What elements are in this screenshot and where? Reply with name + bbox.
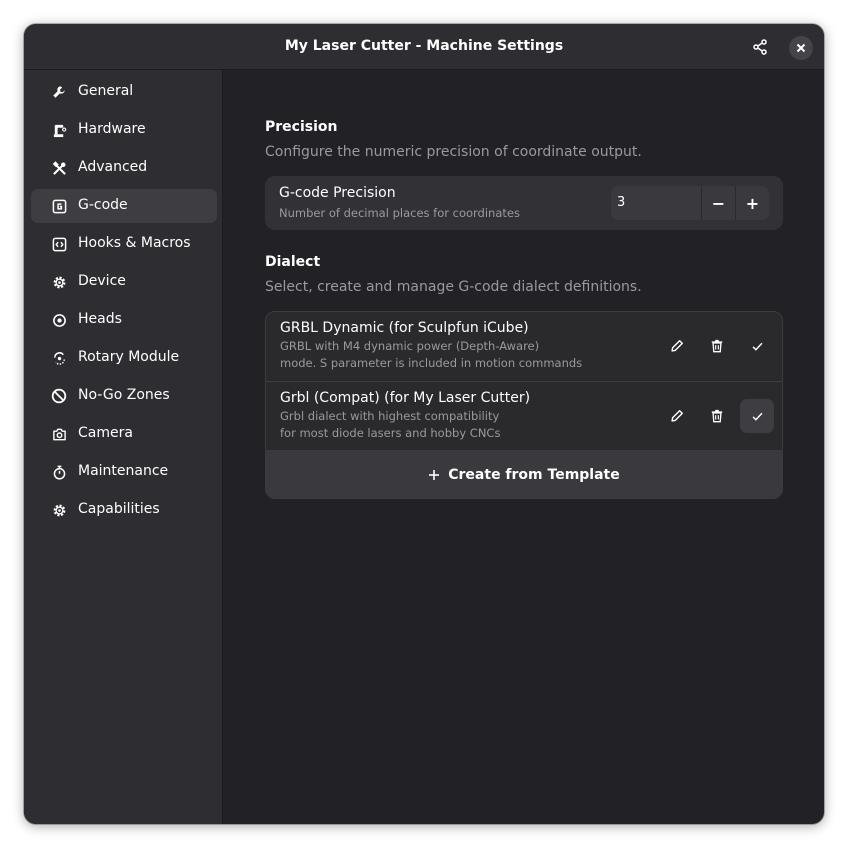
- dialect-description-line: Grbl dialect with highest compatibility: [280, 409, 500, 423]
- trash-icon: [711, 339, 723, 353]
- check-icon: [752, 412, 763, 421]
- dialect-description-line: mode. S parameter is included in motion …: [280, 356, 583, 370]
- sidebar-item-label: No-Go Zones: [78, 387, 170, 403]
- dialect-title: GRBL Dynamic (for Sculpfun iCube): [280, 320, 529, 336]
- sidebar-item-gcode[interactable]: G-code: [31, 189, 217, 223]
- sidebar-item-label: Heads: [78, 311, 122, 327]
- gear-icon: [51, 502, 67, 518]
- sidebar-item-label: Camera: [78, 425, 133, 441]
- sidebar-item-label: Maintenance: [78, 463, 169, 479]
- sidebar-item-rotary-module[interactable]: Rotary Module: [31, 341, 217, 375]
- delete-button[interactable]: [700, 329, 734, 363]
- sidebar-item-device[interactable]: Device: [31, 265, 217, 299]
- sidebar-item-label: G-code: [78, 197, 128, 213]
- delete-button[interactable]: [700, 399, 734, 433]
- dialect-description-line: GRBL with M4 dynamic power (Depth-Aware): [280, 339, 540, 353]
- prohibited-icon: [51, 388, 67, 404]
- sidebar-item-label: Hardware: [78, 121, 146, 137]
- increment-button[interactable]: +: [735, 186, 769, 220]
- edit-button[interactable]: [660, 329, 694, 363]
- close-icon: [796, 43, 806, 53]
- share-button[interactable]: [748, 35, 772, 59]
- dialect-description-line: for most diode lasers and hobby CNCs: [280, 426, 501, 440]
- rotary-icon: [51, 350, 67, 366]
- target-icon: [51, 312, 67, 328]
- sidebar-item-no-go-zones[interactable]: No-Go Zones: [31, 379, 217, 413]
- sidebar: General Hardware Advanced G-code Hooks &…: [24, 70, 223, 824]
- sidebar-item-general[interactable]: General: [31, 75, 217, 109]
- list-item[interactable]: Grbl (Compat) (for My Laser Cutter) Grbl…: [266, 381, 782, 450]
- sidebar-item-label: Rotary Module: [78, 349, 180, 365]
- dialect-list: GRBL Dynamic (for Sculpfun iCube) GRBL w…: [265, 311, 783, 499]
- gear-icon: [51, 274, 67, 290]
- precision-heading: Precision: [265, 119, 338, 135]
- gcode-icon: [51, 198, 67, 214]
- sidebar-item-maintenance[interactable]: Maintenance: [31, 455, 217, 489]
- camera-icon: [51, 426, 67, 442]
- sidebar-item-camera[interactable]: Camera: [31, 417, 217, 451]
- list-item[interactable]: GRBL Dynamic (for Sculpfun iCube) GRBL w…: [266, 312, 782, 381]
- check-icon: [752, 342, 763, 351]
- share-icon: [753, 39, 767, 55]
- row-subtitle: Number of decimal places for coordinates: [279, 206, 520, 220]
- dialect-title: Grbl (Compat) (for My Laser Cutter): [280, 390, 531, 406]
- sidebar-item-heads[interactable]: Heads: [31, 303, 217, 337]
- hardware-icon: [51, 122, 67, 138]
- stopwatch-icon: [51, 464, 67, 480]
- settings-window: My Laser Cutter - Machine Settings Gener…: [24, 24, 824, 824]
- decrement-button[interactable]: −: [701, 186, 735, 220]
- edit-button[interactable]: [660, 399, 694, 433]
- pencil-icon: [671, 410, 683, 422]
- tools-icon: [51, 160, 67, 176]
- sidebar-item-label: Capabilities: [78, 501, 160, 517]
- wrench-icon: [51, 84, 67, 100]
- pencil-icon: [671, 340, 683, 352]
- sidebar-item-label: Hooks & Macros: [78, 235, 191, 251]
- sidebar-item-capabilities[interactable]: Capabilities: [31, 493, 217, 527]
- window-title: My Laser Cutter - Machine Settings: [284, 38, 564, 54]
- precision-value[interactable]: 3: [617, 195, 625, 210]
- plus-icon: [429, 470, 440, 480]
- trash-icon: [711, 409, 723, 423]
- dialect-description: Select, create and manage G-code dialect…: [265, 279, 642, 295]
- row-title: G-code Precision: [279, 185, 396, 201]
- precision-description: Configure the numeric precision of coord…: [265, 144, 642, 160]
- sidebar-item-label: General: [78, 83, 134, 99]
- title-bar: My Laser Cutter - Machine Settings: [24, 24, 824, 70]
- select-button[interactable]: [740, 329, 774, 363]
- gcode-precision-row: G-code Precision Number of decimal place…: [265, 176, 783, 230]
- sidebar-item-hardware[interactable]: Hardware: [31, 113, 217, 147]
- close-button[interactable]: [789, 36, 813, 60]
- code-icon: [51, 236, 67, 252]
- main-content: Precision Configure the numeric precisio…: [224, 70, 824, 824]
- select-button[interactable]: [740, 399, 774, 433]
- sidebar-item-label: Advanced: [78, 159, 148, 175]
- sidebar-item-advanced[interactable]: Advanced: [31, 151, 217, 185]
- dialect-heading: Dialect: [265, 254, 321, 270]
- create-label: Create from Template: [448, 467, 620, 483]
- precision-spinbutton[interactable]: 3 − +: [611, 186, 769, 220]
- create-from-template-button[interactable]: Create from Template: [266, 450, 782, 498]
- sidebar-item-label: Device: [78, 273, 126, 289]
- sidebar-item-hooks-macros[interactable]: Hooks & Macros: [31, 227, 217, 261]
